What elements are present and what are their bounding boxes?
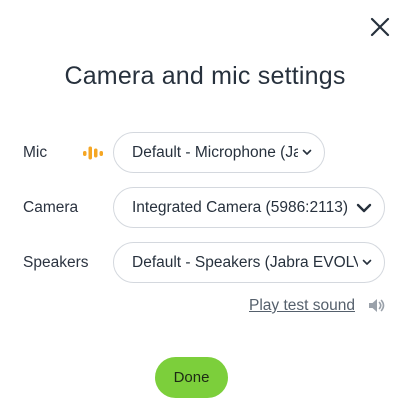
done-button[interactable]: Done (155, 357, 228, 398)
mic-select[interactable]: Default - Microphone (Jabra EVOLVE 20 MS… (113, 132, 325, 173)
speakers-select-value: Default - Speakers (Jabra EVOLVE 20 MS) (132, 253, 358, 271)
camera-select-value: Integrated Camera (5986:2113) (132, 198, 348, 216)
close-button[interactable] (367, 14, 393, 40)
camera-label: Camera (23, 199, 79, 216)
speakers-select[interactable]: Default - Speakers (Jabra EVOLVE 20 MS) (113, 242, 385, 283)
mic-label: Mic (23, 144, 48, 161)
dialog-title: Camera and mic settings (64, 62, 346, 90)
audio-level-icon (83, 146, 103, 160)
speakers-label: Speakers (23, 254, 89, 271)
mic-select-value: Default - Microphone (Jabra EVOLVE 20 MS… (132, 143, 298, 161)
play-test-sound-link[interactable]: Play test sound (249, 297, 355, 315)
close-icon[interactable] (370, 17, 390, 37)
chevron-down-icon (356, 203, 372, 213)
speaker-volume-icon[interactable] (368, 297, 386, 314)
camera-select[interactable]: Integrated Camera (5986:2113) (113, 187, 385, 228)
chevron-down-icon (362, 259, 372, 266)
chevron-down-icon (302, 149, 312, 156)
